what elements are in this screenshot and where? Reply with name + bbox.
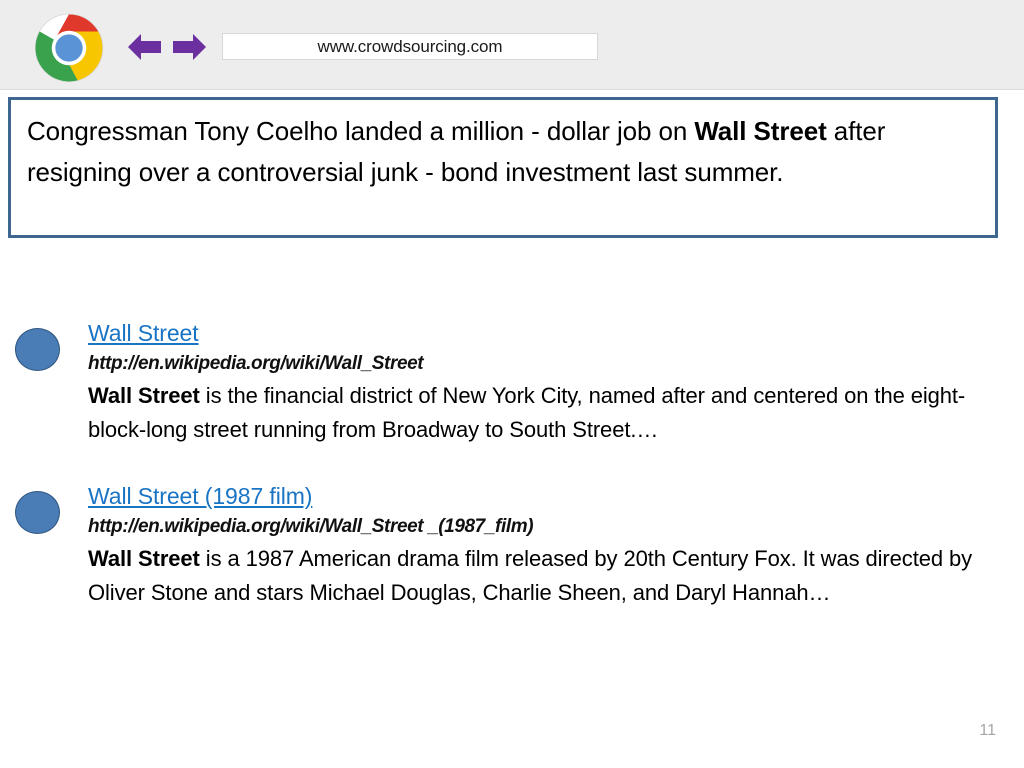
url-address-bar[interactable]: www.crowdsourcing.com <box>222 33 598 60</box>
navigation-arrows[interactable] <box>128 30 206 64</box>
chrome-logo-icon <box>28 12 110 84</box>
result-snippet-text: is the financial district of New York Ci… <box>88 383 966 442</box>
page-number: 11 <box>979 722 996 739</box>
blue-circle-bullet-icon <box>15 491 60 534</box>
result-snippet: Wall Street is the financial district of… <box>88 379 1008 447</box>
search-results-list: Wall Street http://en.wikipedia.org/wiki… <box>0 318 1024 610</box>
query-text-highlight: Wall Street <box>694 116 827 146</box>
arrow-right-icon <box>173 34 206 60</box>
result-url: http://en.wikipedia.org/wiki/Wall_Street… <box>88 516 534 537</box>
result-title-link[interactable]: Wall Street <box>88 318 199 348</box>
result-snippet-highlight: Wall Street <box>88 383 200 408</box>
url-text: www.crowdsourcing.com <box>317 36 503 56</box>
result-snippet-text: is a 1987 American drama film released b… <box>88 546 973 605</box>
arrow-left-icon <box>128 34 161 60</box>
result-snippet: Wall Street is a 1987 American drama fil… <box>88 542 1008 610</box>
query-text: Congressman Tony Coelho landed a million… <box>27 111 979 193</box>
search-result-item: Wall Street http://en.wikipedia.org/wiki… <box>0 318 1024 447</box>
search-result-item: Wall Street (1987 film) http://en.wikipe… <box>0 481 1024 610</box>
result-snippet-highlight: Wall Street <box>88 546 200 571</box>
query-text-part-1: Congressman Tony Coelho landed a million… <box>27 116 695 146</box>
blue-circle-bullet-icon <box>15 328 60 371</box>
browser-toolbar: www.crowdsourcing.com <box>0 0 1024 90</box>
result-title-link[interactable]: Wall Street (1987 film) <box>88 481 312 511</box>
query-callout-box: Congressman Tony Coelho landed a million… <box>8 97 998 238</box>
result-url: http://en.wikipedia.org/wiki/Wall_Street <box>88 353 424 374</box>
